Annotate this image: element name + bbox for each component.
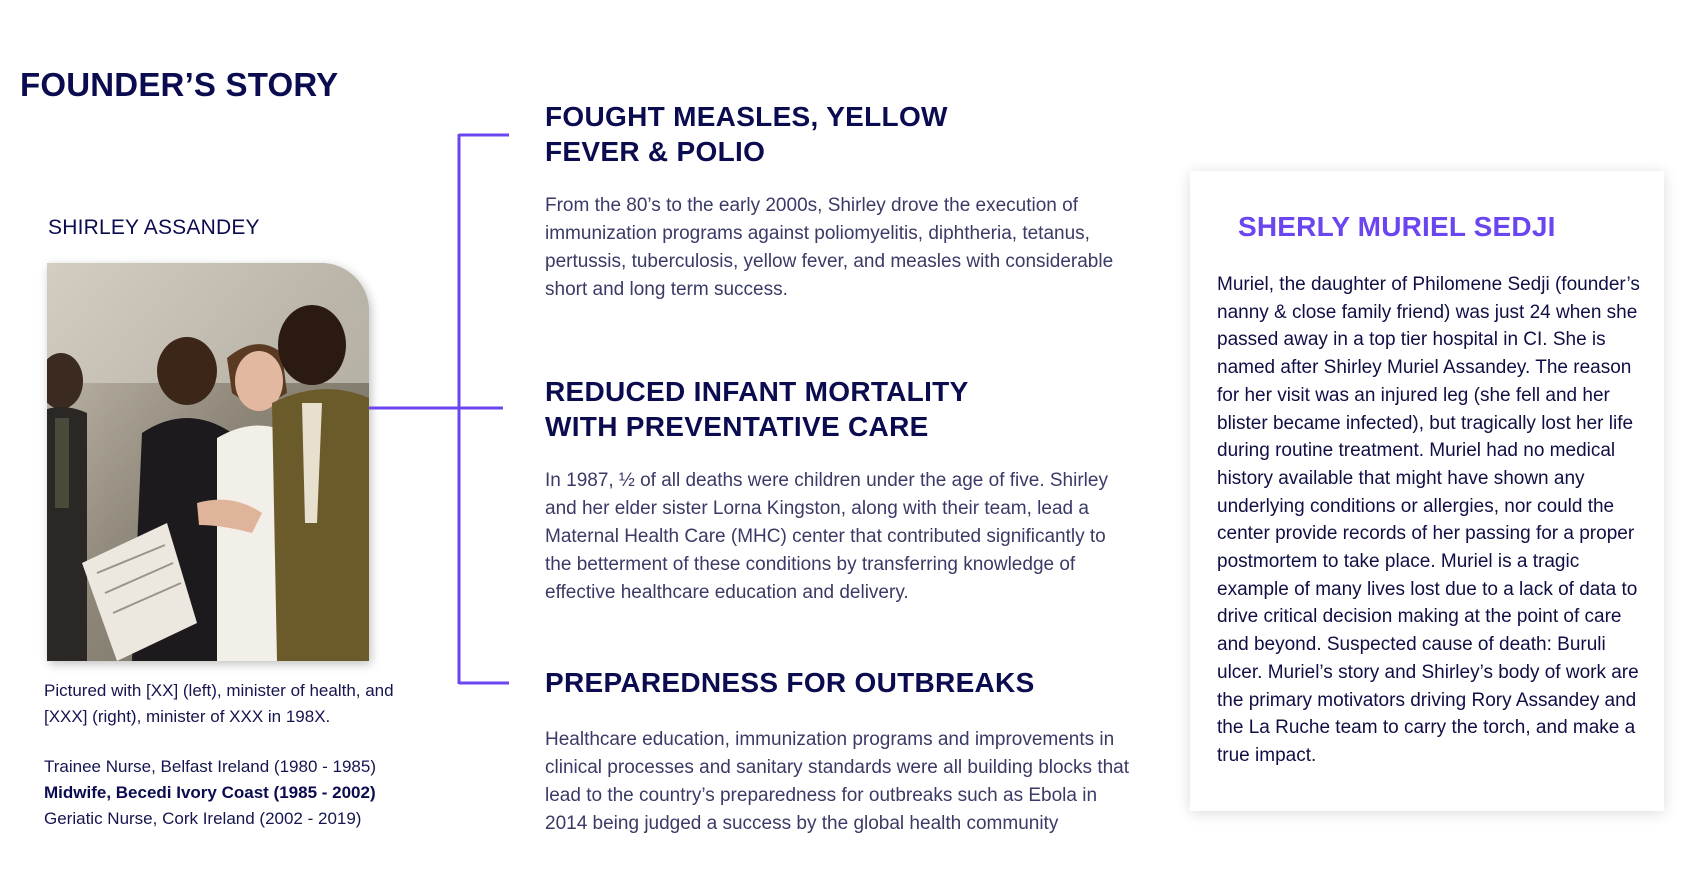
career-item: Midwife, Becedi Ivory Coast (1985 - 2002… [44, 783, 376, 802]
section-heading-outbreaks: PREPAREDNESS FOR OUTBREAKS [545, 667, 1035, 698]
section-body-outbreaks: Healthcare education, immunization progr… [545, 729, 1130, 834]
career-item: Geriatic Nurse, Cork Ireland (2002 - 201… [44, 809, 362, 828]
memorial-body: Muriel, the daughter of Philomene Sedji … [1217, 274, 1640, 766]
memorial-card: SHERLY MURIEL SEDJI Muriel, the daughter… [1190, 171, 1664, 811]
memorial-title: SHERLY MURIEL SEDJI [1238, 211, 1556, 242]
founder-name: SHIRLEY ASSANDEY [48, 216, 260, 239]
career-list: Trainee Nurse, Belfast Ireland (1980 - 1… [44, 754, 376, 832]
photo-caption: Pictured with [XX] (left), minister of h… [44, 681, 394, 726]
section-heading-measles: FOUGHT MEASLES, YELLOW FEVER & POLIO [545, 101, 948, 167]
page-title: FOUNDER’S STORY [20, 66, 339, 103]
founder-photo [47, 263, 369, 661]
section-heading-infant-mortality: REDUCED INFANT MORTALITY WITH PREVENTATI… [545, 376, 969, 442]
career-item: Trainee Nurse, Belfast Ireland (1980 - 1… [44, 757, 376, 776]
section-body-infant-mortality: In 1987, ½ of all deaths were children u… [545, 470, 1108, 603]
section-body-measles: From the 80’s to the early 2000s, Shirle… [545, 195, 1114, 300]
